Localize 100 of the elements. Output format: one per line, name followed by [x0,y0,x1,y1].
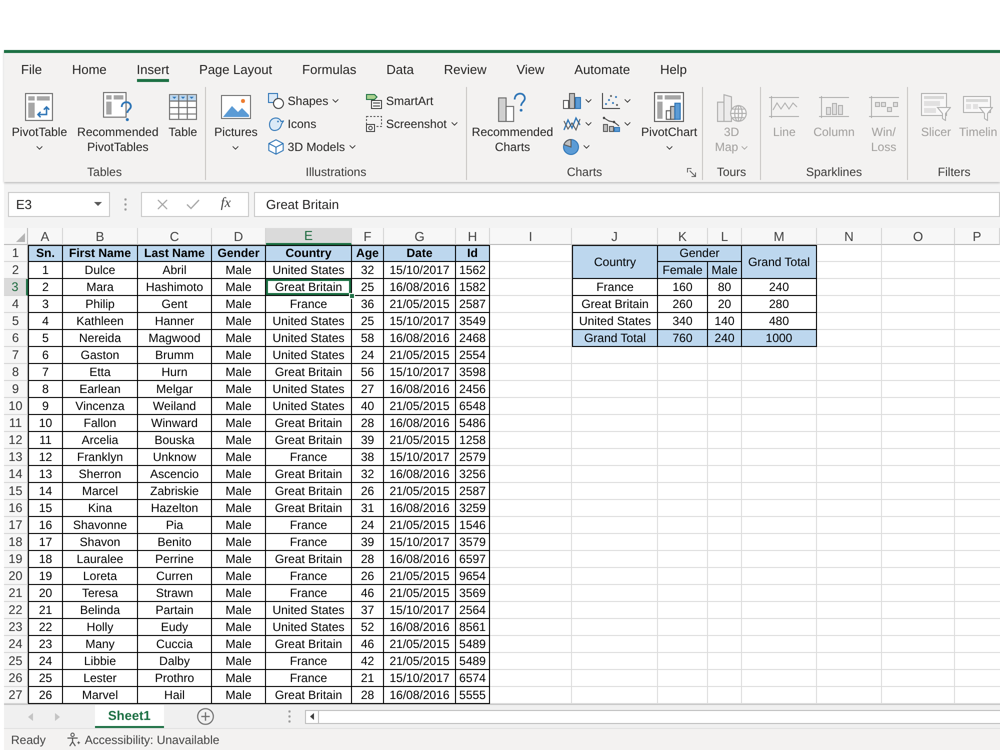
column-header[interactable]: E [266,228,352,245]
row-header[interactable]: 19 [4,551,28,568]
column-header[interactable]: J [572,228,658,245]
row-header[interactable]: 4 [4,296,28,313]
row-header[interactable]: 2 [4,262,28,279]
ribbon-button[interactable]: PivotTable [8,87,70,155]
ribbon-button[interactable]: Shapes [264,89,359,112]
ribbon-tab[interactable]: View [501,53,560,85]
table-cell: 3 [28,296,63,313]
row-header[interactable]: 23 [4,619,28,636]
ribbon-tab[interactable]: Page Layout [184,53,288,85]
table-cell: Great Britain [266,432,352,449]
row-header[interactable]: 13 [4,449,28,466]
table-cell: 26 [352,483,384,500]
column-header[interactable]: G [384,228,456,245]
table-cell: Male [212,449,266,466]
table-cell: 1562 [456,262,490,279]
row-header[interactable]: 5 [4,313,28,330]
row-header[interactable]: 3 [4,279,28,296]
ribbon-button[interactable]: PivotChart [638,87,700,155]
table-header-cell: Age [352,245,384,262]
ribbon-button[interactable]: SmartArt [363,89,461,112]
status-text: Ready [11,732,46,746]
pivot-header-cell: Female [658,262,708,279]
row-header[interactable]: 12 [4,432,28,449]
ribbon-tab[interactable]: Home [56,53,122,85]
table-cell: United States [266,381,352,398]
column-header[interactable]: K [658,228,708,245]
row-header[interactable]: 18 [4,534,28,551]
table-cell: United States [266,313,352,330]
row-header[interactable]: 27 [4,687,28,704]
accessibility-icon[interactable] [66,732,81,747]
row-header[interactable]: 6 [4,330,28,347]
column-header[interactable]: D [212,228,266,245]
table-cell: 8 [28,381,63,398]
row-header[interactable]: 20 [4,568,28,585]
formula-field[interactable]: Great Britain [254,192,1000,216]
table-cell: Male [212,398,266,415]
column-header[interactable]: N [817,228,882,245]
ribbon-button[interactable]: Pictures [211,87,261,155]
column-header[interactable]: L [708,228,742,245]
add-sheet-icon[interactable] [196,708,214,725]
column-header[interactable]: A [28,228,63,245]
ribbon-button[interactable]: Recommended PivotTables [74,87,162,155]
table-cell: Prothro [138,670,212,687]
row-header[interactable]: 14 [4,466,28,483]
fill-handle[interactable] [349,293,355,299]
row-header[interactable]: 16 [4,500,28,517]
row-header[interactable]: 21 [4,585,28,602]
ribbon-tab[interactable]: Data [371,53,429,85]
column-header[interactable]: H [456,228,490,245]
row-header[interactable]: 9 [4,381,28,398]
table-cell: Etta [63,364,138,381]
ribbon-button[interactable]: Screenshot [363,112,461,135]
ribbon-tab[interactable]: File [6,53,57,85]
sheet-tab[interactable]: Sheet1 [95,705,164,728]
table-cell: Zabriskie [138,483,212,500]
table-cell: Dulce [63,262,138,279]
column-header[interactable]: C [138,228,212,245]
column-header[interactable]: M [742,228,817,245]
ribbon-button[interactable]: Recommended Charts [468,87,556,155]
row-header[interactable]: 17 [4,517,28,534]
ribbon-button[interactable]: Table [166,87,200,140]
row-header[interactable]: 1 [4,245,28,262]
row-header[interactable]: 8 [4,364,28,381]
column-header[interactable]: B [63,228,138,245]
table-header-cell: First Name [63,245,138,262]
row-header[interactable]: 10 [4,398,28,415]
accessibility-status[interactable]: Accessibility: Unavailable [84,732,220,746]
row-header[interactable]: 11 [4,415,28,432]
horizontal-scrollbar[interactable] [304,710,1000,724]
table-cell: 15/10/2017 [384,364,456,381]
scroll-left-icon[interactable] [310,713,314,720]
ribbon-button[interactable]: Icons [264,112,359,135]
ribbon-tab[interactable]: Automate [559,53,646,85]
dropdown-arrow-icon[interactable] [94,202,102,206]
row-header[interactable]: 25 [4,653,28,670]
insert-function-button[interactable]: fx [218,196,233,212]
table-cell: Nereida [63,330,138,347]
panel-funnel-icon [963,93,994,121]
row-header[interactable]: 22 [4,602,28,619]
column-header[interactable]: F [352,228,384,245]
ribbon-tab[interactable]: Formulas [287,53,372,85]
column-header[interactable]: O [882,228,955,245]
grip-dots-icon[interactable] [288,710,291,723]
name-box[interactable]: E3 [8,192,110,216]
ribbon-tab[interactable]: Help [645,53,702,85]
ribbon-button[interactable]: 3D Models [264,135,359,158]
row-header[interactable]: 26 [4,670,28,687]
row-header[interactable]: 15 [4,483,28,500]
table-cell: Hurn [138,364,212,381]
row-header[interactable]: 7 [4,347,28,364]
table-cell: 7 [28,364,63,381]
up-down-squares-icon [868,96,899,118]
table-cell: 16/08/2016 [384,415,456,432]
dialog-launcher-icon[interactable] [687,168,696,176]
row-header[interactable]: 24 [4,636,28,653]
ribbon-tab[interactable]: Review [428,53,502,85]
column-header[interactable]: P [955,228,1000,245]
column-header[interactable]: I [490,228,572,245]
